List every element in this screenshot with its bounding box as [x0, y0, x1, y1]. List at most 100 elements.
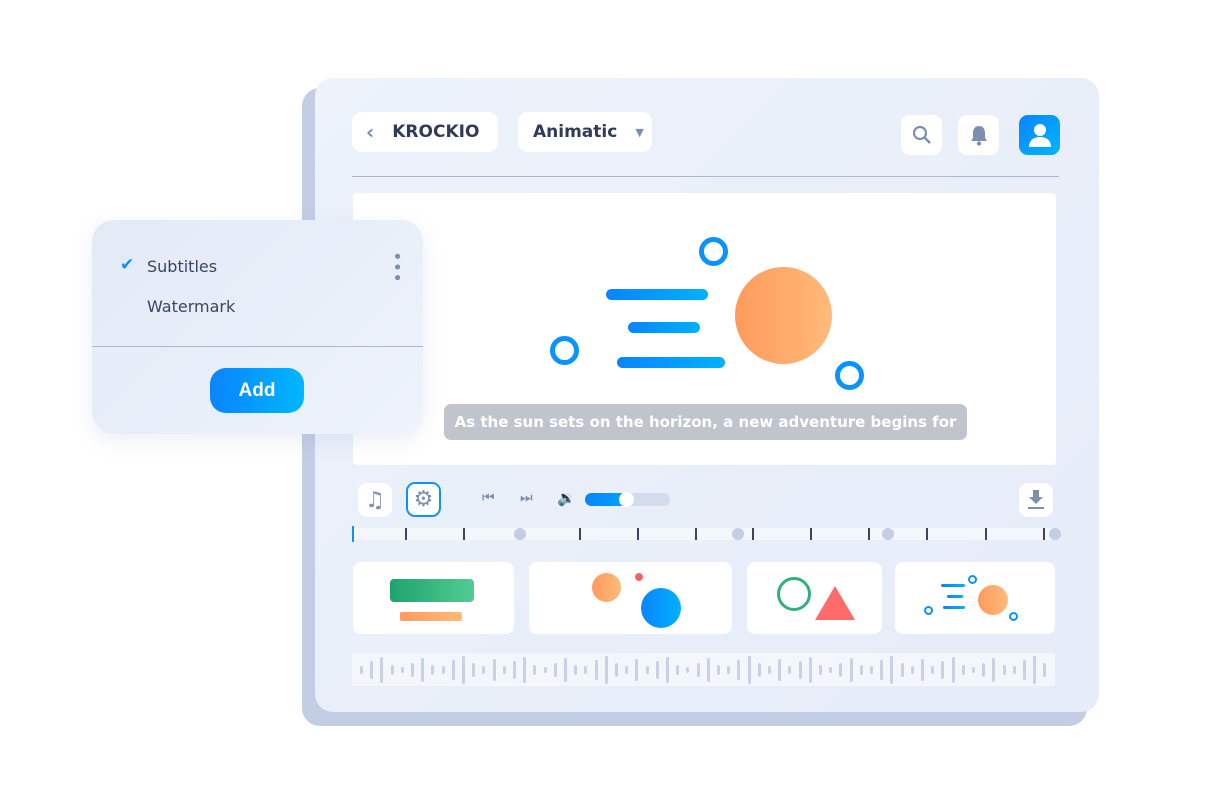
- waveform-bar: [553, 662, 557, 677]
- option-subtitles[interactable]: Subtitles: [147, 257, 217, 276]
- waveform-bar: [870, 665, 873, 674]
- waveform-bar: [1023, 659, 1026, 680]
- scene-thumbnail-2[interactable]: [529, 562, 732, 634]
- timeline-tick: [810, 528, 812, 540]
- more-options-icon[interactable]: •••: [386, 251, 407, 283]
- thumb-shape: [943, 606, 965, 609]
- waveform-bar: [584, 665, 588, 674]
- timeline-tick: [1043, 528, 1045, 540]
- waveform-bar: [992, 657, 996, 682]
- waveform-bar: [1002, 664, 1006, 675]
- waveform-bar: [880, 659, 884, 680]
- keyframe-marker[interactable]: [882, 528, 894, 540]
- waveform-bar: [533, 664, 537, 675]
- waveform-bar: [380, 656, 384, 683]
- timeline-tick: [579, 528, 581, 540]
- volume-icon: 🔉: [557, 489, 576, 507]
- thumb-shape: [947, 595, 963, 598]
- volume-slider[interactable]: [585, 492, 670, 507]
- thumb-shape: [400, 612, 462, 621]
- waveform-bar: [462, 655, 465, 684]
- timeline-tick: [926, 528, 928, 540]
- keyframe-marker[interactable]: [514, 528, 526, 540]
- waveform-bar: [706, 657, 710, 682]
- music-button[interactable]: ♫: [358, 483, 392, 517]
- user-avatar-button[interactable]: [1019, 115, 1060, 155]
- back-button[interactable]: ‹ KROCKIO: [352, 112, 498, 152]
- mode-select-value: Animatic: [533, 122, 618, 142]
- scene-thumbnail-1[interactable]: [353, 562, 514, 634]
- waveform-bar: [696, 662, 700, 677]
- volume-fill: [585, 492, 634, 507]
- waveform-bar: [441, 665, 445, 674]
- waveform-bar: [849, 657, 853, 682]
- download-button[interactable]: [1019, 483, 1053, 517]
- volume-handle[interactable]: [618, 492, 634, 507]
- keyframe-marker[interactable]: [1049, 528, 1061, 540]
- waveform-bar: [859, 664, 863, 675]
- thumb-shape: [978, 585, 1008, 615]
- caret-down-icon: ▼: [635, 125, 644, 139]
- timeline-tick: [752, 528, 754, 540]
- skip-back-button[interactable]: ⏮: [482, 490, 495, 506]
- waveform-bar: [625, 665, 629, 674]
- waveform-bar: [574, 664, 578, 675]
- add-button[interactable]: Add: [210, 368, 304, 413]
- scene-thumbnail-4[interactable]: [895, 562, 1055, 634]
- waveform-bar: [666, 656, 669, 683]
- skip-back-icon: ⏮: [482, 490, 495, 506]
- option-watermark[interactable]: Watermark: [147, 297, 235, 316]
- volume-button[interactable]: 🔉: [557, 489, 576, 507]
- keyframe-marker[interactable]: [732, 528, 744, 540]
- waveform-bar: [431, 664, 435, 675]
- playhead[interactable]: [352, 526, 354, 542]
- waveform-bar: [737, 659, 741, 680]
- waveform-bar: [798, 660, 802, 679]
- timeline-tick: [463, 528, 465, 540]
- waveform-bar: [900, 662, 904, 677]
- search-icon: [912, 125, 931, 144]
- settings-button[interactable]: ⚙: [406, 482, 441, 517]
- download-icon: [1028, 490, 1044, 509]
- waveform-bar: [982, 662, 986, 677]
- waveform-bar: [717, 664, 720, 675]
- waveform-bar: [543, 666, 547, 673]
- waveform-bar: [513, 660, 516, 679]
- thumb-shape: [941, 584, 965, 587]
- thumb-shape: [924, 606, 933, 615]
- triangle-shape: [815, 586, 855, 620]
- waveform-bar: [615, 662, 618, 677]
- check-icon: ✔: [120, 255, 135, 275]
- gear-icon: ⚙: [413, 487, 434, 512]
- thumb-shape: [390, 579, 474, 602]
- illustration-line: [628, 322, 700, 333]
- panel-divider: [92, 346, 423, 347]
- illustration-line: [606, 289, 708, 300]
- timeline-tick: [405, 528, 407, 540]
- scene-thumbnail-3[interactable]: [747, 562, 882, 634]
- search-button[interactable]: [901, 115, 942, 155]
- waveform-bar: [778, 658, 782, 681]
- mode-select[interactable]: Animatic ▼: [518, 112, 652, 152]
- waveform-bar: [941, 660, 945, 679]
- waveform-bar: [890, 655, 894, 684]
- notifications-button[interactable]: [958, 115, 999, 155]
- waveform-bar: [421, 657, 425, 682]
- waveform-bar: [747, 655, 751, 684]
- thumb-shape: [592, 573, 621, 602]
- waveform-bar: [686, 666, 690, 673]
- waveform-bar: [492, 658, 496, 681]
- timeline-tick: [695, 528, 697, 540]
- timeline-tick: [985, 528, 987, 540]
- timeline-track[interactable]: [352, 526, 1061, 542]
- audio-waveform[interactable]: [352, 653, 1055, 686]
- waveform-bar: [635, 658, 639, 681]
- skip-forward-button[interactable]: ⏭: [520, 490, 533, 506]
- waveform-bar: [655, 660, 659, 679]
- waveform-bar: [676, 664, 680, 675]
- waveform-bar: [1033, 655, 1037, 684]
- waveform-bar: [564, 657, 567, 682]
- user-icon: [1028, 124, 1051, 147]
- waveform-bar: [808, 656, 812, 683]
- waveform-bar: [788, 665, 792, 674]
